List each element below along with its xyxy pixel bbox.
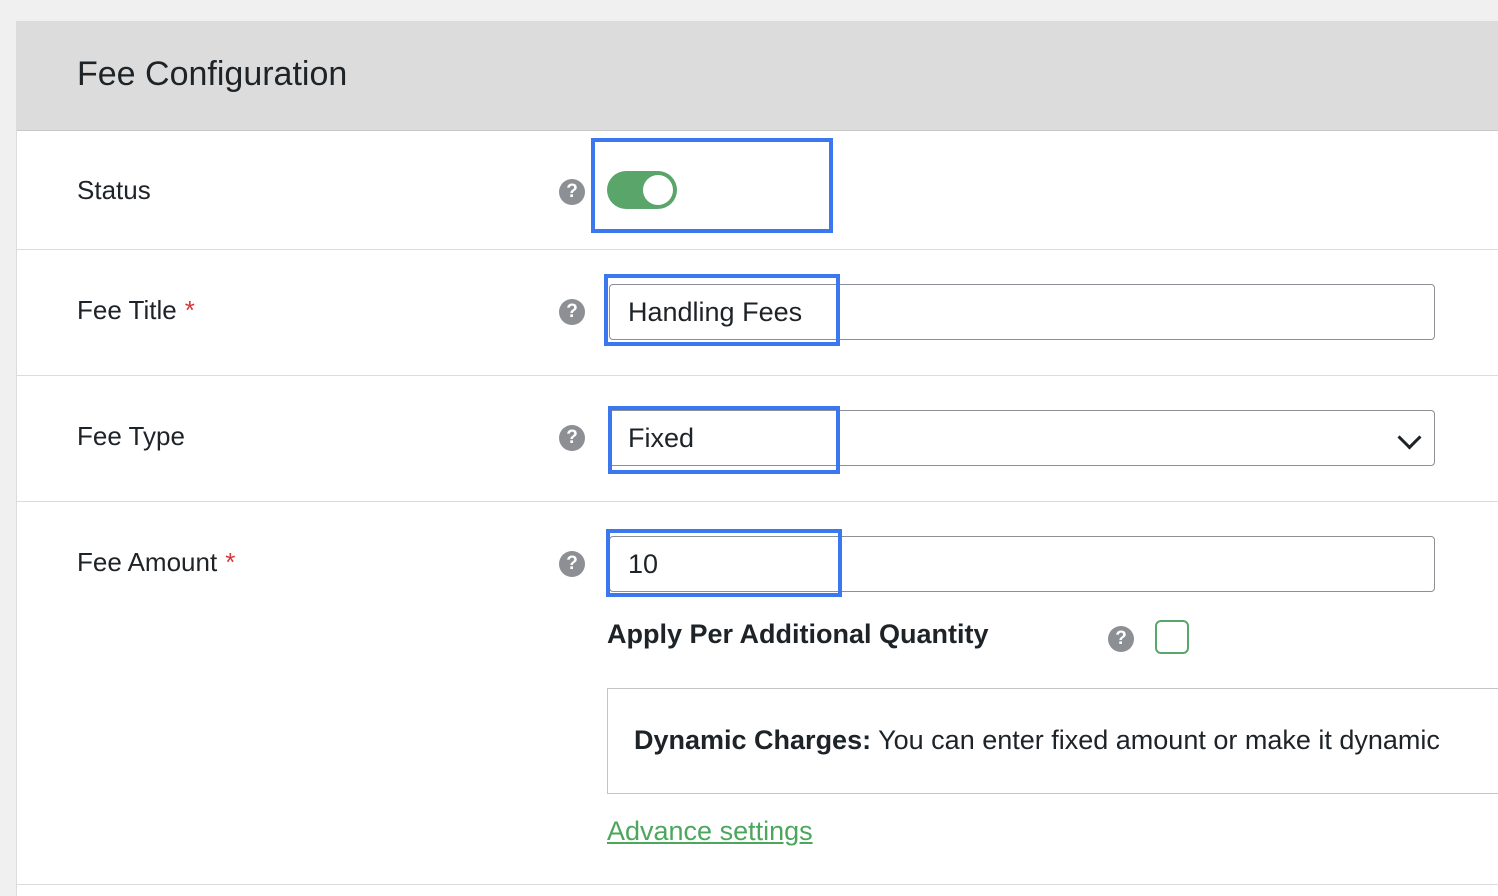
fee-title-input[interactable]	[609, 284, 1435, 340]
dynamic-charges-notice: Dynamic Charges: You can enter fixed amo…	[607, 688, 1498, 794]
fee-type-selected-value: Fixed	[628, 423, 695, 453]
advance-settings-link[interactable]: Advance settings	[607, 816, 813, 847]
panel-header: Fee Configuration	[17, 21, 1498, 131]
status-help-icon[interactable]: ?	[559, 179, 585, 205]
status-toggle[interactable]	[607, 171, 677, 209]
fee-title-label: Fee Title *	[77, 295, 195, 325]
chevron-down-icon	[1397, 425, 1422, 450]
required-mark: *	[184, 295, 195, 325]
panel-title: Fee Configuration	[77, 55, 348, 93]
fee-type-help-icon[interactable]: ?	[559, 425, 585, 451]
fee-amount-label: Fee Amount *	[77, 547, 236, 577]
notice-bold: Dynamic Charges:	[634, 725, 872, 755]
fee-amount-input[interactable]	[609, 536, 1435, 592]
notice-text: Dynamic Charges: You can enter fixed amo…	[634, 725, 1440, 756]
toggle-knob	[643, 175, 673, 205]
fee-title-help-icon[interactable]: ?	[559, 299, 585, 325]
fee-type-select[interactable]: Fixed	[609, 410, 1435, 466]
notice-body: You can enter fixed amount or make it dy…	[871, 725, 1440, 755]
status-row: Status	[17, 131, 1498, 250]
quantity-help-icon[interactable]: ?	[1108, 626, 1134, 652]
fee-type-label: Fee Type	[77, 421, 185, 451]
status-label: Status	[77, 175, 151, 205]
required-mark: *	[225, 547, 236, 577]
fee-configuration-panel: Fee Configuration Status ? Fee Title * ? …	[16, 21, 1498, 896]
apply-per-quantity-label: Apply Per Additional Quantity	[607, 619, 989, 649]
fee-amount-help-icon[interactable]: ?	[559, 551, 585, 577]
apply-per-quantity-checkbox[interactable]	[1155, 620, 1189, 654]
